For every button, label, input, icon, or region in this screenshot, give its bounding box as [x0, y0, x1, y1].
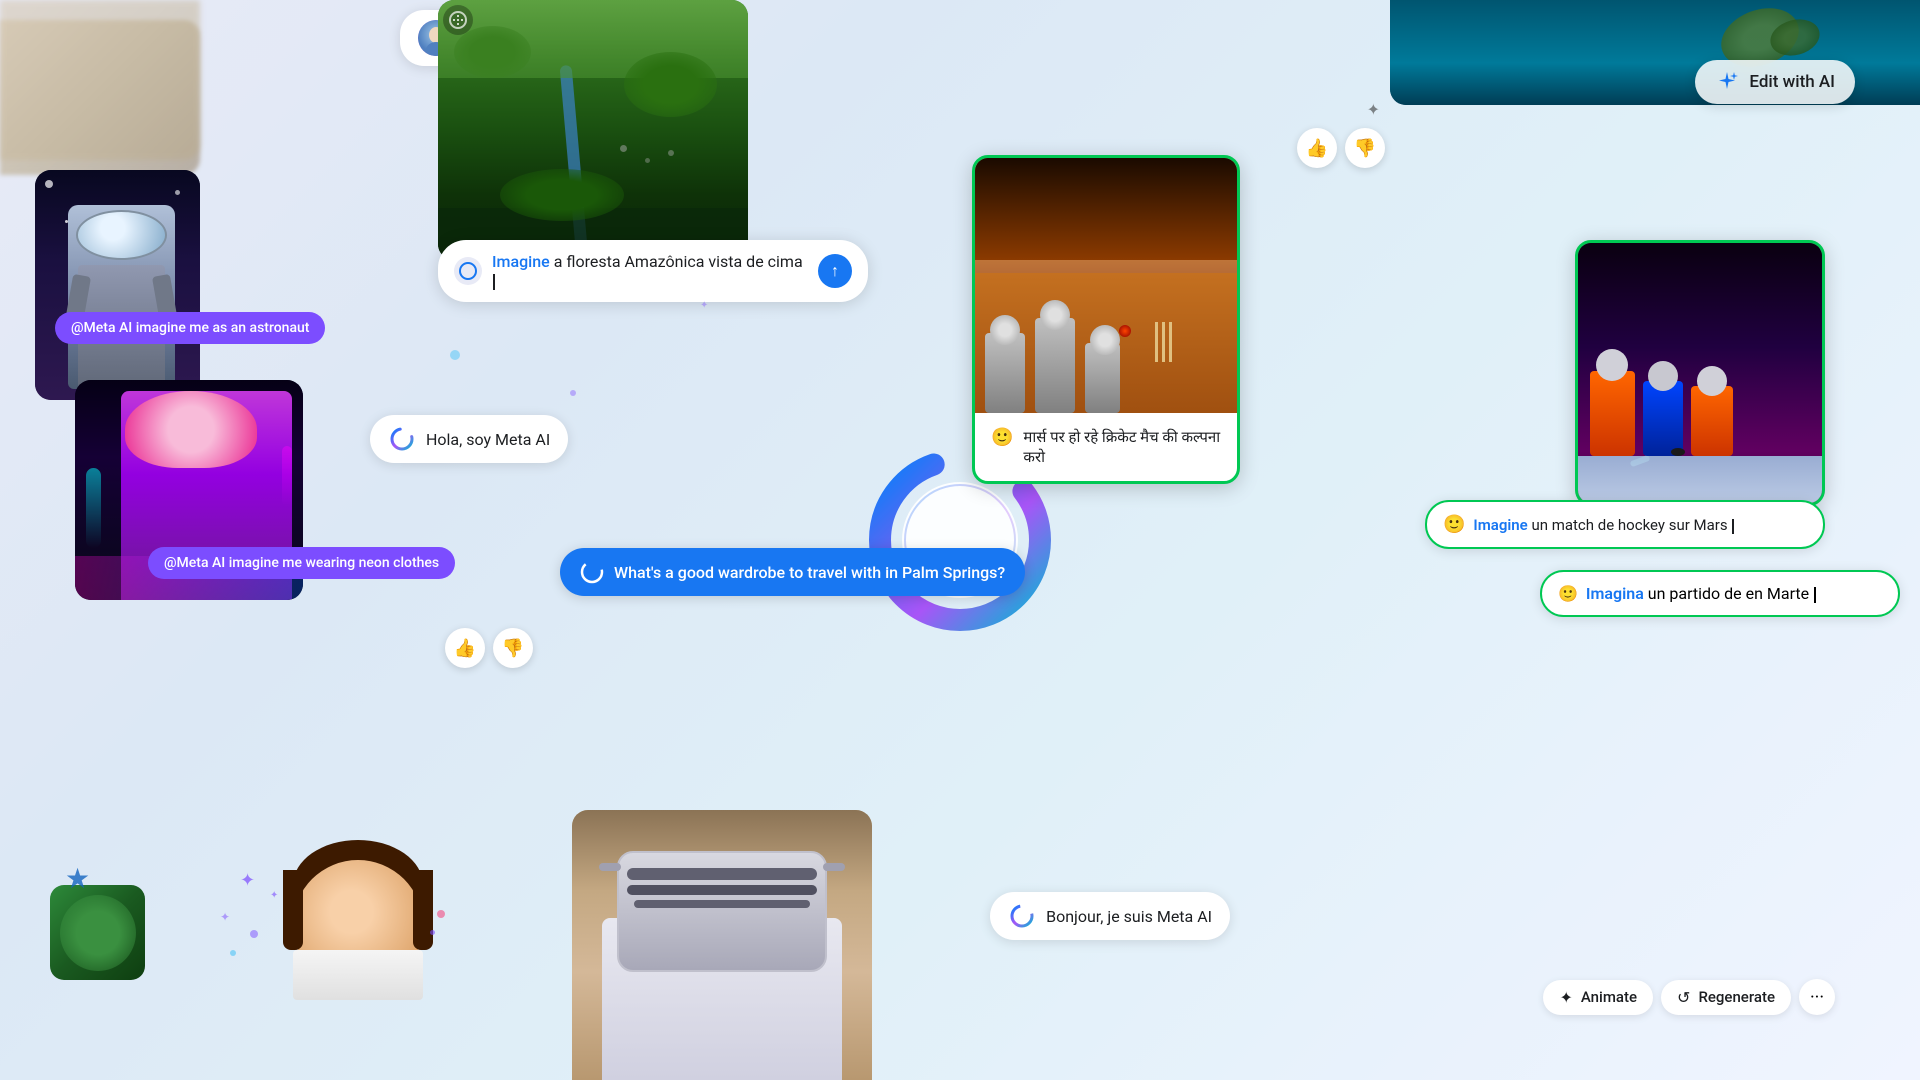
action-bar: ✦ Animate ↺ Regenerate ···	[1543, 979, 1835, 1015]
bonjour-label-text: Bonjour, je suis Meta AI	[1046, 907, 1212, 926]
vr-headset-image	[572, 810, 872, 1080]
amazon-prompt-text: Imagine a floresta Amazônica vista de ci…	[492, 252, 808, 290]
scatter-dot-2	[645, 158, 650, 163]
amazon-forest-image	[438, 0, 748, 260]
meta-ai-icon	[454, 257, 482, 285]
thumbs-up-top-button[interactable]: 👍	[1297, 128, 1337, 168]
cricket-mars-card: 🙂 मार्स पर हो रहे क्रिकेट मैच की कल्पना …	[972, 155, 1240, 484]
cricket-caption-area: 🙂 मार्स पर हो रहे क्रिकेट मैच की कल्पना …	[975, 413, 1237, 481]
more-options-button[interactable]: ···	[1799, 979, 1835, 1015]
spanish-prompt-bar[interactable]: 🙂 Imagina un partido de en Marte	[1540, 570, 1900, 617]
thumb-bottom-left	[50, 885, 145, 980]
amazon-prompt-rest: a floresta Amazônica vista de cima	[554, 252, 803, 271]
animate-label: Animate	[1581, 988, 1637, 1006]
hockey-prompt-bar[interactable]: 🙂 Imagine un match de hockey sur Mars	[1425, 500, 1825, 549]
hola-label-text: Hola, soy Meta AI	[426, 430, 550, 449]
hola-meta-ai-bubble: Hola, soy Meta AI	[370, 415, 568, 463]
thumbs-down-mid-button[interactable]: 👎	[493, 628, 533, 668]
deco-dot-blue	[450, 350, 460, 360]
thumbs-up-mid-button[interactable]: 👍	[445, 628, 485, 668]
small-star-mid: ✦	[700, 300, 708, 311]
hockey-mars-card	[1575, 240, 1825, 506]
imagine-keyword: Imagine	[492, 252, 550, 271]
blue-star-icon: ★	[65, 862, 90, 895]
animate-icon: ✦	[1559, 988, 1572, 1007]
astronaut-tag: @Meta AI imagine me as an astronaut	[55, 312, 325, 344]
neon-tag-text: @Meta AI imagine me wearing neon clothes	[164, 555, 439, 571]
hockey-mars-image	[1578, 243, 1822, 503]
girl-deco-dot-1	[437, 910, 445, 918]
thumbs-top-right-group: 👍 👎	[1297, 128, 1385, 168]
animate-button[interactable]: ✦ Animate	[1543, 980, 1653, 1015]
amazon-prompt-bar[interactable]: Imagine a floresta Amazônica vista de ci…	[438, 240, 868, 302]
neon-tag: @Meta AI imagine me wearing neon clothes	[148, 547, 455, 579]
deco-dot-purple	[570, 390, 576, 396]
more-dots-icon: ···	[1810, 987, 1824, 1008]
girl-face-container	[265, 810, 450, 1080]
star-icon-2: ✦	[220, 910, 230, 924]
edit-with-ai-label: Edit with AI	[1749, 72, 1835, 92]
spanish-prompt-rest: un partido de en Marte	[1648, 584, 1809, 603]
dot-deco-1	[250, 930, 258, 938]
scatter-dot-3	[668, 150, 674, 156]
bg-blur-topleft	[0, 0, 200, 160]
scatter-dot-1	[620, 145, 627, 152]
edit-with-ai-button[interactable]: Edit with AI	[1695, 60, 1855, 104]
star-icon-top-right: ✦	[1367, 100, 1380, 119]
palm-springs-bubble: What's a good wardrobe to travel with in…	[560, 548, 1025, 596]
hockey-prompt-text: Imagine un match de hockey sur Mars	[1473, 516, 1807, 534]
regenerate-button[interactable]: ↺ Regenerate	[1661, 980, 1791, 1015]
star-deco-right: ✦	[1367, 100, 1380, 119]
hockey-emoji-icon: 🙂	[1443, 514, 1465, 535]
bonjour-meta-ai-icon	[1008, 902, 1036, 930]
regenerate-label: Regenerate	[1698, 988, 1775, 1006]
star-icon-1: ✦	[240, 870, 255, 891]
spanish-prompt-text: Imagina un partido de en Marte	[1586, 584, 1816, 603]
meta-ai-ring-icon	[388, 425, 416, 453]
cricket-mars-image	[975, 158, 1237, 413]
regenerate-icon: ↺	[1677, 988, 1690, 1007]
dot-deco-2	[230, 950, 236, 956]
hockey-imagine-keyword: Imagine	[1473, 516, 1527, 534]
spanish-imagine-keyword: Imagina	[1586, 584, 1644, 603]
astronaut-tag-text: @Meta AI imagine me as an astronaut	[71, 320, 309, 336]
bonjour-meta-ai-bubble: Bonjour, je suis Meta AI	[990, 892, 1230, 940]
astronaut-image	[35, 170, 200, 400]
thumbs-mid-left-group: 👍 👎	[445, 628, 533, 668]
send-button[interactable]: ↑	[818, 254, 852, 288]
hockey-prompt-rest: un match de hockey sur Mars	[1531, 516, 1727, 534]
palm-springs-text: What's a good wardrobe to travel with in…	[614, 563, 1005, 582]
meta-ai-dot-icon	[580, 560, 604, 584]
cricket-emoji: 🙂	[991, 427, 1013, 448]
thumbs-down-top-button[interactable]: 👎	[1345, 128, 1385, 168]
spanish-emoji-icon: 🙂	[1558, 584, 1578, 603]
ai-sparkle-icon	[1715, 70, 1739, 94]
cricket-caption-text: मार्स पर हो रहे क्रिकेट मैच की कल्पना कर…	[1023, 427, 1221, 467]
girl-deco-dot-2	[430, 930, 435, 935]
